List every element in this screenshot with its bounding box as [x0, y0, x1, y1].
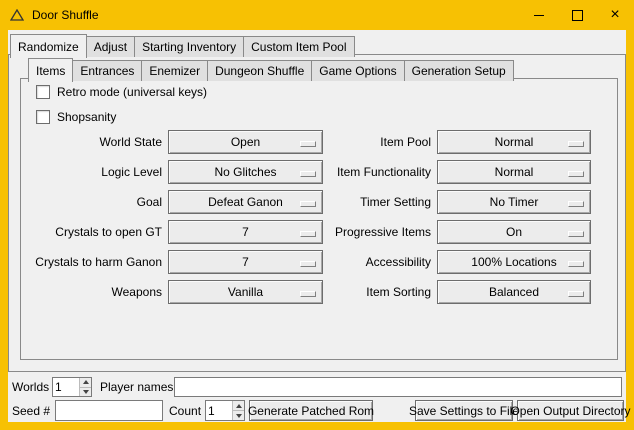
item-functionality-label: Item Functionality — [321, 160, 431, 184]
count-label: Count — [169, 401, 201, 421]
logic-level-value: No Glitches — [214, 165, 276, 179]
count-spinner — [205, 400, 245, 421]
seed-input[interactable] — [55, 400, 163, 421]
dropdown-indicator-icon — [300, 291, 316, 297]
item-functionality-value: Normal — [495, 165, 534, 179]
minimize-button[interactable] — [520, 0, 558, 30]
tab-generation-setup[interactable]: Generation Setup — [404, 60, 514, 81]
timer-setting-label: Timer Setting — [321, 190, 431, 214]
seed-label: Seed # — [12, 401, 50, 421]
close-button[interactable]: × — [596, 0, 634, 30]
worlds-spin-down-button[interactable] — [80, 388, 91, 397]
worlds-input[interactable] — [53, 378, 79, 396]
generate-patched-rom-button[interactable]: Generate Patched Rom — [249, 400, 373, 421]
worlds-spinner — [52, 377, 92, 397]
item-sorting-label: Item Sorting — [321, 280, 431, 304]
accessibility-label: Accessibility — [321, 250, 431, 274]
dropdown-indicator-icon — [568, 201, 584, 207]
tab-enemizer[interactable]: Enemizer — [141, 60, 208, 81]
item-pool-label: Item Pool — [321, 130, 431, 154]
down-arrow-icon — [236, 414, 242, 418]
dropdown-indicator-icon — [568, 171, 584, 177]
retro-mode-label: Retro mode (universal keys) — [57, 85, 207, 99]
goal-dropdown[interactable]: Defeat Ganon — [168, 190, 323, 214]
titlebar[interactable]: Door Shuffle × — [0, 0, 634, 30]
dropdown-indicator-icon — [300, 231, 316, 237]
dropdown-indicator-icon — [300, 171, 316, 177]
player-names-input[interactable] — [174, 377, 622, 397]
tab-entrances[interactable]: Entrances — [72, 60, 142, 81]
app-window: Door Shuffle × Randomize Adjust Starting… — [0, 0, 634, 430]
shopsanity-row: Shopsanity — [36, 110, 116, 124]
shopsanity-checkbox[interactable] — [36, 110, 50, 124]
accessibility-value: 100% Locations — [471, 255, 556, 269]
count-spin-up-button[interactable] — [233, 401, 244, 411]
tab-dungeon-shuffle[interactable]: Dungeon Shuffle — [207, 60, 312, 81]
goal-label: Goal — [8, 190, 162, 214]
count-input[interactable] — [206, 401, 232, 420]
weapons-value: Vanilla — [228, 285, 263, 299]
crystals-ganon-label: Crystals to harm Ganon — [8, 250, 162, 274]
main-tab-bar: Randomize Adjust Starting Inventory Cust… — [10, 34, 354, 57]
app-icon — [10, 9, 24, 21]
logic-level-dropdown[interactable]: No Glitches — [168, 160, 323, 184]
dropdown-indicator-icon — [568, 291, 584, 297]
crystals-gt-value: 7 — [242, 225, 249, 239]
world-state-label: World State — [8, 130, 162, 154]
dropdown-indicator-icon — [568, 231, 584, 237]
shopsanity-label: Shopsanity — [57, 110, 116, 124]
retro-mode-row: Retro mode (universal keys) — [36, 85, 207, 99]
crystals-gt-label: Crystals to open GT — [8, 220, 162, 244]
tab-adjust[interactable]: Adjust — [86, 36, 135, 57]
dropdown-indicator-icon — [300, 261, 316, 267]
tab-randomize[interactable]: Randomize — [10, 34, 87, 58]
tab-starting-inventory[interactable]: Starting Inventory — [134, 36, 244, 57]
item-sorting-dropdown[interactable]: Balanced — [437, 280, 591, 304]
worlds-spin-up-button[interactable] — [80, 378, 91, 388]
maximize-button[interactable] — [558, 0, 596, 30]
dropdown-indicator-icon — [300, 141, 316, 147]
logic-level-label: Logic Level — [8, 160, 162, 184]
weapons-label: Weapons — [8, 280, 162, 304]
sub-tab-bar: Items Entrances Enemizer Dungeon Shuffle… — [28, 58, 513, 81]
timer-setting-value: No Timer — [490, 195, 539, 209]
dropdown-indicator-icon — [300, 201, 316, 207]
crystals-gt-dropdown[interactable]: 7 — [168, 220, 323, 244]
crystals-ganon-dropdown[interactable]: 7 — [168, 250, 323, 274]
dropdown-indicator-icon — [568, 261, 584, 267]
count-spin-down-button[interactable] — [233, 411, 244, 420]
item-pool-value: Normal — [495, 135, 534, 149]
close-icon: × — [610, 7, 619, 23]
player-names-label: Player names — [100, 377, 173, 397]
tab-game-options[interactable]: Game Options — [311, 60, 404, 81]
item-pool-dropdown[interactable]: Normal — [437, 130, 591, 154]
item-sorting-value: Balanced — [489, 285, 539, 299]
window-title: Door Shuffle — [32, 8, 99, 22]
open-output-directory-button[interactable]: Open Output Directory — [517, 400, 624, 421]
save-settings-button[interactable]: Save Settings to File — [415, 400, 513, 421]
timer-setting-dropdown[interactable]: No Timer — [437, 190, 591, 214]
minimize-icon — [534, 15, 544, 16]
progressive-items-dropdown[interactable]: On — [437, 220, 591, 244]
world-state-dropdown[interactable]: Open — [168, 130, 323, 154]
accessibility-dropdown[interactable]: 100% Locations — [437, 250, 591, 274]
retro-mode-checkbox[interactable] — [36, 85, 50, 99]
progressive-items-label: Progressive Items — [321, 220, 431, 244]
weapons-dropdown[interactable]: Vanilla — [168, 280, 323, 304]
maximize-icon — [572, 10, 583, 21]
item-functionality-dropdown[interactable]: Normal — [437, 160, 591, 184]
client-area: Randomize Adjust Starting Inventory Cust… — [8, 30, 626, 422]
progressive-items-value: On — [506, 225, 522, 239]
crystals-ganon-value: 7 — [242, 255, 249, 269]
world-state-value: Open — [231, 135, 260, 149]
goal-value: Defeat Ganon — [208, 195, 283, 209]
up-arrow-icon — [83, 380, 89, 384]
tab-items[interactable]: Items — [28, 58, 73, 82]
tab-custom-item-pool[interactable]: Custom Item Pool — [243, 36, 354, 57]
down-arrow-icon — [83, 390, 89, 394]
dropdown-indicator-icon — [568, 141, 584, 147]
worlds-label: Worlds — [12, 377, 49, 397]
up-arrow-icon — [236, 404, 242, 408]
